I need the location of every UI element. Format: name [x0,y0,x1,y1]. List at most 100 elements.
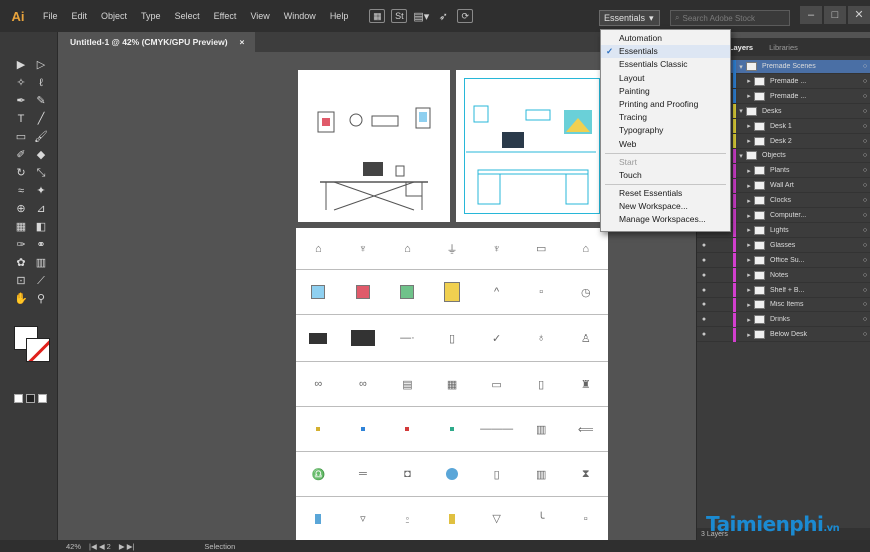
stock-icon[interactable]: St [391,9,408,23]
layer-name[interactable]: Premade Scenes [762,63,859,70]
asset-item[interactable]: ▽ [474,497,519,540]
layer-name[interactable]: Clocks [770,197,859,204]
workspace-menu-item[interactable]: Touch [601,169,730,182]
maximize-button[interactable]: □ [824,6,846,24]
layer-name[interactable]: Glasses [770,242,859,249]
stock-search-input[interactable]: ⌕ Search Adobe Stock [670,10,790,26]
gradient-tool-icon[interactable]: ◧ [32,220,50,235]
layer-name[interactable]: Below Desk [770,331,859,338]
asset-item[interactable]: ——— [474,407,519,451]
layer-name[interactable]: Misc Items [770,301,859,308]
target-circle-icon[interactable]: ○ [859,272,870,279]
asset-item[interactable] [430,407,475,451]
target-circle-icon[interactable]: ○ [859,78,870,85]
target-circle-icon[interactable]: ○ [859,301,870,308]
asset-item[interactable]: ⌂ [296,228,341,269]
visibility-eye-icon[interactable]: ● [697,301,711,308]
expand-chevron-icon[interactable]: ▸ [744,212,754,220]
layer-name[interactable]: Premade ... [770,78,859,85]
asset-item[interactable]: ⟸ [563,407,608,451]
asset-item[interactable]: ⌂ [385,228,430,269]
artboard-next-nav[interactable]: ▶ ▶| [119,542,135,551]
layer-row[interactable]: ● ▸ Glasses ○ [697,238,870,253]
line-tool-icon[interactable]: ╱ [32,112,50,127]
blend-tool-icon[interactable]: ⚭ [32,238,50,253]
layer-row[interactable]: ● ▸ Drinks ○ [697,312,870,328]
workspace-menu-item[interactable]: Web [601,138,730,151]
expand-chevron-icon[interactable]: ▸ [744,226,754,234]
column-graph-tool-icon[interactable]: ▥ [32,256,50,271]
workspace-menu-item[interactable]: Printing and Proofing [601,98,730,111]
asset-item[interactable]: ∞ [341,362,386,406]
asset-item[interactable]: ▫ [563,497,608,540]
asset-item[interactable] [385,270,430,314]
artboard-prev-nav[interactable]: |◀ ◀ 2 [89,542,111,551]
target-circle-icon[interactable]: ○ [859,331,870,338]
target-circle-icon[interactable]: ○ [859,242,870,249]
scale-tool-icon[interactable]: ⤡ [32,166,50,181]
asset-item[interactable]: ♜ [563,362,608,406]
asset-item[interactable]: ▥ [519,452,564,496]
visibility-eye-icon[interactable]: ● [697,257,711,264]
asset-item[interactable]: ▤ [385,362,430,406]
color-mode-button[interactable] [14,394,23,403]
paintbrush-tool-icon[interactable]: 🖌 [32,130,50,145]
asset-item[interactable]: ⍛ [385,497,430,540]
workspace-switcher[interactable]: Essentials ▾ [599,10,660,26]
expand-chevron-icon[interactable]: ▸ [744,137,754,145]
slice-tool-icon[interactable]: ⟋ [32,274,50,289]
asset-item[interactable]: ♙ [563,315,608,361]
layer-row[interactable]: ● ▸ Office Su... ○ [697,253,870,268]
expand-chevron-icon[interactable]: ▸ [744,241,754,249]
asset-item[interactable]: ╰ [519,497,564,540]
asset-item[interactable] [296,407,341,451]
width-tool-icon[interactable]: ≈ [12,184,30,199]
visibility-eye-icon[interactable]: ● [697,316,711,323]
expand-chevron-icon[interactable]: ▾ [736,152,746,160]
asset-item[interactable] [385,407,430,451]
asset-item[interactable]: ◘ [385,452,430,496]
layer-row[interactable]: ● ▸ Misc Items ○ [697,297,870,313]
menu-view[interactable]: View [243,11,276,21]
puppet-warp-tool-icon[interactable]: ✦ [32,184,50,199]
workspace-menu-item[interactable]: Manage Workspaces... [601,213,730,226]
layer-name[interactable]: Desk 2 [770,138,859,145]
target-circle-icon[interactable]: ○ [859,287,870,294]
expand-chevron-icon[interactable]: ▸ [744,286,754,294]
menu-file[interactable]: File [36,11,65,21]
expand-chevron-icon[interactable]: ▸ [744,316,754,324]
target-circle-icon[interactable]: ○ [859,227,870,234]
minimize-button[interactable]: – [800,6,822,24]
asset-item[interactable]: ♁ [519,315,564,361]
asset-item[interactable]: ⌂ [563,228,608,269]
artboard-scene-1[interactable] [298,70,450,222]
asset-item[interactable] [341,270,386,314]
workspace-menu-item[interactable]: Painting [601,85,730,98]
menu-effect[interactable]: Effect [207,11,244,21]
layer-name[interactable]: Shelf + B... [770,287,859,294]
layer-name[interactable]: Plants [770,167,859,174]
asset-item[interactable]: ═ [341,452,386,496]
type-tool-icon[interactable]: T [12,112,30,127]
workspace-menu-item[interactable]: Typography [601,124,730,137]
asset-item[interactable]: ◷ [563,270,608,314]
sync-icon[interactable]: ⟳ [457,9,474,23]
asset-item[interactable]: ∞ [296,362,341,406]
expand-chevron-icon[interactable]: ▸ [744,167,754,175]
canvas[interactable]: ⌂ ♆ ⌂ ⏚ ♆ ▭ ⌂ ^ ▫ ◷ —· ▯ ✓ ♁ ♙ ∞ ∞ ▤ ▦ ▭… [60,52,682,540]
expand-chevron-icon[interactable]: ▸ [744,92,754,100]
shaper-tool-icon[interactable]: ✐ [12,148,30,163]
layer-name[interactable]: Drinks [770,316,859,323]
asset-item[interactable]: ▯ [519,362,564,406]
asset-item[interactable]: ▭ [474,362,519,406]
expand-chevron-icon[interactable]: ▸ [744,331,754,339]
artboard-tool-icon[interactable]: ⊡ [12,274,30,289]
asset-item[interactable]: ♆ [474,228,519,269]
target-circle-icon[interactable]: ○ [859,212,870,219]
mesh-tool-icon[interactable]: ▦ [12,220,30,235]
bridge-icon[interactable]: ▦ [369,9,386,23]
layer-name[interactable]: Premade ... [770,93,859,100]
zoom-tool-icon[interactable]: ⚲ [32,292,50,307]
asset-item[interactable]: ▿ [341,497,386,540]
target-circle-icon[interactable]: ○ [859,182,870,189]
